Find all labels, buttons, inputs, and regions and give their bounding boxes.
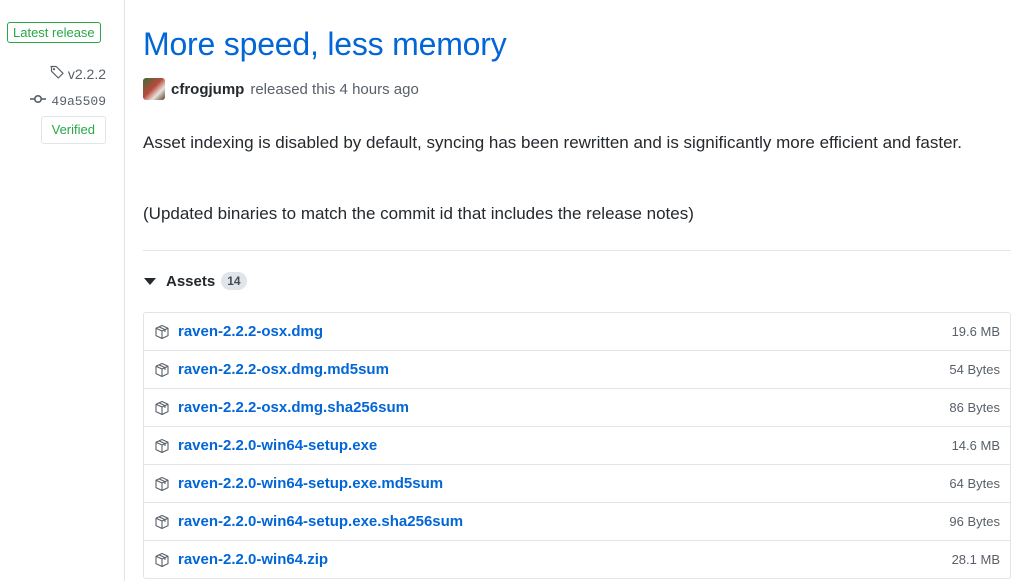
tag-icon xyxy=(49,64,65,83)
divider xyxy=(143,250,1011,251)
package-icon xyxy=(154,362,170,378)
assets-count: 14 xyxy=(221,272,247,290)
release-sidebar: Latest release v2.2.2 49a5509 Verified xyxy=(0,0,125,581)
git-commit-icon xyxy=(30,93,47,109)
asset-row: raven-2.2.0-win64-setup.exe.md5sum 64 By… xyxy=(144,464,1010,502)
asset-size: 64 Bytes xyxy=(949,476,1000,491)
commit-sha: 49a5509 xyxy=(51,93,106,109)
asset-size: 86 Bytes xyxy=(949,400,1000,415)
author-link[interactable]: cfrogjump xyxy=(171,81,244,98)
package-icon xyxy=(154,438,170,454)
asset-size: 14.6 MB xyxy=(951,438,1000,453)
verified-badge[interactable]: Verified xyxy=(40,116,106,144)
asset-download-link[interactable]: raven-2.2.2-osx.dmg xyxy=(178,323,323,340)
asset-row: raven-2.2.0-win64-setup.exe 14.6 MB xyxy=(144,426,1010,464)
asset-download-link[interactable]: raven-2.2.0-win64.zip xyxy=(178,551,328,568)
asset-row: raven-2.2.2-osx.dmg.sha256sum 86 Bytes xyxy=(144,388,1010,426)
package-icon xyxy=(154,514,170,530)
package-icon xyxy=(154,476,170,492)
asset-list: raven-2.2.2-osx.dmg 19.6 MB raven-2.2.2-… xyxy=(143,312,1011,579)
package-icon xyxy=(154,400,170,416)
release-tag-link[interactable]: v2.2.2 xyxy=(49,64,106,83)
asset-download-link[interactable]: raven-2.2.2-osx.dmg.sha256sum xyxy=(178,399,409,416)
package-icon xyxy=(154,552,170,568)
avatar[interactable] xyxy=(143,78,165,100)
asset-size: 96 Bytes xyxy=(949,514,1000,529)
asset-download-link[interactable]: raven-2.2.0-win64-setup.exe.md5sum xyxy=(178,475,443,492)
commit-link[interactable]: 49a5509 xyxy=(30,93,106,109)
asset-size: 19.6 MB xyxy=(951,324,1000,339)
asset-download-link[interactable]: raven-2.2.0-win64-setup.exe.sha256sum xyxy=(178,513,463,530)
release-title[interactable]: More speed, less memory xyxy=(143,26,507,63)
release-author-row: cfrogjump released this 4 hours ago xyxy=(143,78,419,100)
release-notes-paragraph-1: Asset indexing is disabled by default, s… xyxy=(143,133,962,152)
asset-size: 28.1 MB xyxy=(951,552,1000,567)
release-time: released this 4 hours ago xyxy=(250,80,419,98)
latest-release-badge: Latest release xyxy=(7,22,101,43)
asset-size: 54 Bytes xyxy=(949,362,1000,377)
assets-toggle[interactable]: Assets 14 xyxy=(143,272,247,290)
triangle-down-icon xyxy=(144,277,156,285)
asset-download-link[interactable]: raven-2.2.2-osx.dmg.md5sum xyxy=(178,361,389,378)
tag-label: v2.2.2 xyxy=(67,65,106,82)
release-notes-paragraph-2: (Updated binaries to match the commit id… xyxy=(143,204,694,223)
asset-row: raven-2.2.0-win64.zip 28.1 MB xyxy=(144,540,1010,578)
asset-row: raven-2.2.0-win64-setup.exe.sha256sum 96… xyxy=(144,502,1010,540)
asset-download-link[interactable]: raven-2.2.0-win64-setup.exe xyxy=(178,437,377,454)
asset-row: raven-2.2.2-osx.dmg 19.6 MB xyxy=(144,313,1010,350)
assets-label: Assets xyxy=(166,272,216,290)
asset-row: raven-2.2.2-osx.dmg.md5sum 54 Bytes xyxy=(144,350,1010,388)
package-icon xyxy=(154,324,170,340)
